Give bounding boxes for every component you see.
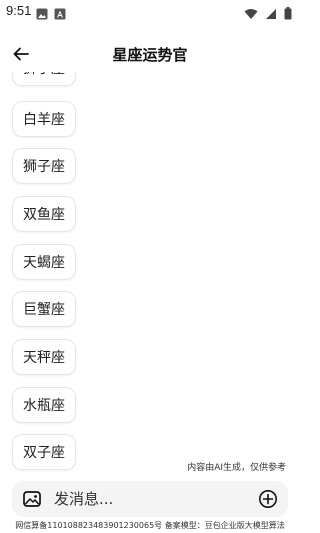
image-button[interactable] [22,489,42,509]
suggestion-chip[interactable]: 水瓶座 [12,387,76,423]
suggestion-list[interactable]: 狮子座 白羊座 狮子座 双鱼座 天蝎座 巨蟹座 天秤座 水瓶座 双子座 [0,72,300,474]
notification-a-icon [54,5,66,24]
plus-circle-icon [259,490,277,508]
suggestion-chip[interactable]: 狮子座 [12,72,76,86]
wifi-icon [244,9,258,19]
gallery-icon [36,5,48,24]
message-composer [12,481,288,517]
suggestion-chip[interactable]: 巨蟹座 [12,291,76,327]
add-button[interactable] [258,489,278,509]
footer-registration: 网信算备110108823483901230065号 备案模型：豆包企业版大模型… [15,521,285,530]
suggestion-chip[interactable]: 白羊座 [12,101,76,137]
status-time: 9:51 [6,3,32,18]
suggestion-chip[interactable]: 双鱼座 [12,196,76,232]
ai-disclaimer: 内容由AI生成，仅供参考 [187,463,286,473]
suggestion-chip[interactable]: 天蝎座 [12,244,76,280]
suggestion-chip[interactable]: 天秤座 [12,339,76,375]
status-bar: 9:51 [0,0,300,24]
message-input[interactable] [54,488,244,510]
page-title: 星座运势官 [112,46,188,64]
image-icon [23,491,41,507]
top-bar: 星座运势官 [0,36,300,72]
suggestion-chip[interactable]: 双子座 [12,434,76,470]
signal-icon [265,9,276,19]
status-right-icons [244,5,292,20]
suggestion-chip[interactable]: 狮子座 [12,148,76,184]
battery-icon [284,7,292,20]
